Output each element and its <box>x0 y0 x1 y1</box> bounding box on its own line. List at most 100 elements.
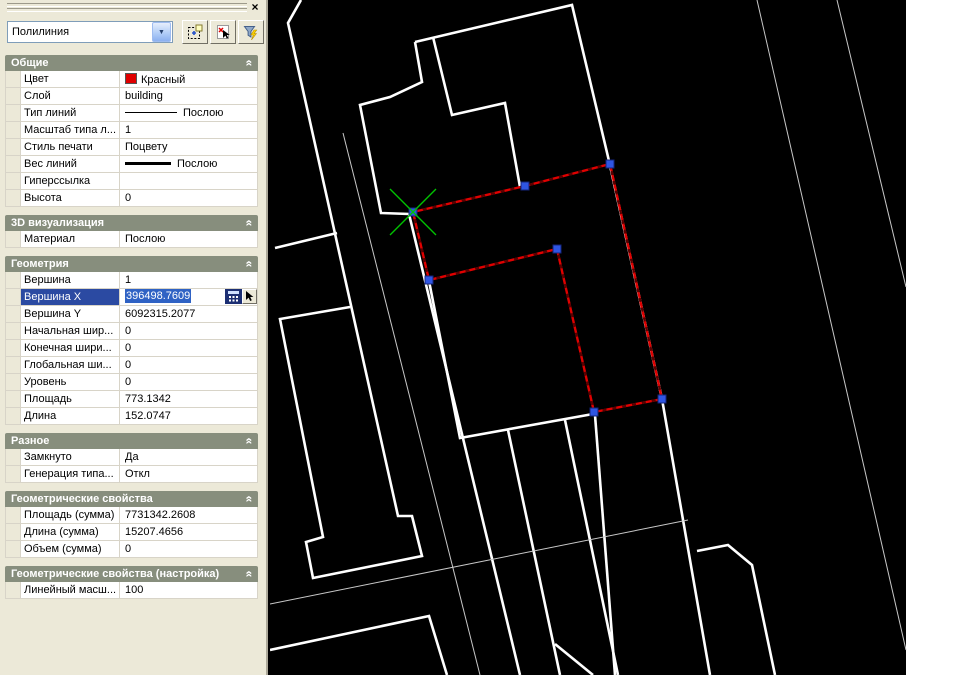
section-header[interactable]: Разное« <box>5 433 258 449</box>
property-row[interactable]: Уровень 0 <box>6 374 258 391</box>
row-gutter <box>6 340 21 356</box>
property-value[interactable]: 0 <box>120 323 258 339</box>
property-row[interactable]: Начальная шир... 0 <box>6 323 258 340</box>
property-value[interactable]: 152.0747 <box>120 408 258 424</box>
property-row[interactable]: Вес линий Послою <box>6 156 258 173</box>
property-value[interactable]: Откл <box>120 466 258 482</box>
row-gutter <box>6 156 21 172</box>
select-objects-button[interactable] <box>210 20 236 44</box>
section: 3D визуализация« Материал Послою <box>5 215 258 248</box>
property-row[interactable]: Конечная шири... 0 <box>6 340 258 357</box>
property-row[interactable]: Длина (сумма) 15207.4656 <box>6 524 258 541</box>
drawing-canvas[interactable] <box>270 0 960 675</box>
property-row[interactable]: Вершина X 396498.7609 <box>6 289 258 306</box>
property-value[interactable]: Поцвету <box>120 139 258 155</box>
property-row[interactable]: Масштаб типа л... 1 <box>6 122 258 139</box>
grab-handle[interactable] <box>7 3 247 7</box>
grip-point[interactable] <box>425 276 433 284</box>
property-value[interactable]: 0 <box>120 190 258 206</box>
property-label: Площадь (сумма) <box>21 507 120 523</box>
value-text: 0 <box>125 543 131 555</box>
property-row[interactable]: Длина 152.0747 <box>6 408 258 425</box>
property-value[interactable]: 1 <box>120 272 258 288</box>
property-value[interactable]: 100 <box>120 582 258 598</box>
property-value[interactable]: Послою <box>120 105 258 121</box>
section-header[interactable]: Геометрические свойства« <box>5 491 258 507</box>
section-header[interactable]: 3D визуализация« <box>5 215 258 231</box>
row-gutter <box>6 88 21 104</box>
value-text: 0 <box>125 325 131 337</box>
property-row[interactable]: Стиль печати Поцвету <box>6 139 258 156</box>
property-row[interactable]: Площадь 773.1342 <box>6 391 258 408</box>
edit-field-selected-text[interactable]: 396498.7609 <box>125 289 191 303</box>
property-label: Площадь <box>21 391 120 407</box>
property-value[interactable]: 6092315.2077 <box>120 306 258 322</box>
close-icon[interactable]: × <box>248 1 262 15</box>
property-value[interactable]: building <box>120 88 258 104</box>
color-swatch <box>125 73 137 84</box>
property-row[interactable]: Слой building <box>6 88 258 105</box>
grip-point[interactable] <box>590 408 598 416</box>
pick-point-button[interactable] <box>242 289 257 304</box>
property-row[interactable]: Цвет Красный <box>6 71 258 88</box>
toggle-pickadd-button[interactable] <box>238 20 264 44</box>
collapse-chevron-icon[interactable]: « <box>243 438 257 445</box>
select-objects-icon <box>215 24 231 40</box>
property-row[interactable]: Генерация типа... Откл <box>6 466 258 483</box>
collapse-chevron-icon[interactable]: « <box>243 60 257 67</box>
collapse-chevron-icon[interactable]: « <box>243 220 257 227</box>
value-text: 1 <box>125 274 131 286</box>
grip-point[interactable] <box>521 182 529 190</box>
section-header[interactable]: Общие « <box>5 55 258 71</box>
row-gutter <box>6 507 21 523</box>
property-value[interactable]: 396498.7609 <box>120 289 258 305</box>
section-header[interactable]: Геометрия« <box>5 256 258 272</box>
property-value[interactable]: 0 <box>120 541 258 557</box>
property-value[interactable]: 15207.4656 <box>120 524 258 540</box>
value-text: Послою <box>177 158 217 170</box>
grip-point[interactable] <box>658 395 666 403</box>
row-gutter <box>6 582 21 598</box>
property-value[interactable] <box>120 173 258 189</box>
row-gutter <box>6 289 21 305</box>
property-label: Конечная шири... <box>21 340 120 356</box>
property-row[interactable]: Материал Послою <box>6 231 258 248</box>
property-row[interactable]: Вершина Y 6092315.2077 <box>6 306 258 323</box>
property-value[interactable]: Послою <box>120 156 258 172</box>
section-header[interactable]: Геометрические свойства (настройка)« <box>5 566 258 582</box>
property-row[interactable]: Площадь (сумма) 7731342.2608 <box>6 507 258 524</box>
property-value[interactable]: Послою <box>120 231 258 247</box>
value-text: Послою <box>183 107 223 119</box>
chevron-down-icon[interactable]: ▼ <box>152 22 171 42</box>
filter-lightning-icon <box>243 24 259 40</box>
quick-select-button[interactable] <box>182 20 208 44</box>
section-title: Общие <box>11 57 49 69</box>
grip-point[interactable] <box>553 245 561 253</box>
grip-point[interactable] <box>606 160 614 168</box>
property-value[interactable]: 0 <box>120 340 258 356</box>
property-value[interactable]: Да <box>120 449 258 465</box>
property-row[interactable]: Линейный масш... 100 <box>6 582 258 599</box>
property-row[interactable]: Гиперссылка <box>6 173 258 190</box>
collapse-chevron-icon[interactable]: « <box>243 496 257 503</box>
property-value[interactable]: 0 <box>120 374 258 390</box>
property-row[interactable]: Высота 0 <box>6 190 258 207</box>
property-value[interactable]: 773.1342 <box>120 391 258 407</box>
property-value[interactable]: 1 <box>120 122 258 138</box>
property-value[interactable]: 0 <box>120 357 258 373</box>
property-row[interactable]: Замкнуто Да <box>6 449 258 466</box>
calculator-button[interactable] <box>225 289 242 304</box>
property-row[interactable]: Вершина 1 <box>6 272 258 289</box>
row-gutter <box>6 541 21 557</box>
property-row[interactable]: Тип линий Послою <box>6 105 258 122</box>
row-gutter <box>6 374 21 390</box>
property-value[interactable]: 7731342.2608 <box>120 507 258 523</box>
collapse-chevron-icon[interactable]: « <box>243 261 257 268</box>
property-value[interactable]: Красный <box>120 71 258 87</box>
property-row[interactable]: Глобальная ши... 0 <box>6 357 258 374</box>
collapse-chevron-icon[interactable]: « <box>243 571 257 578</box>
property-row[interactable]: Объем (сумма) 0 <box>6 541 258 558</box>
object-type-dropdown[interactable]: Полилиния ▼ <box>7 21 173 43</box>
grab-handle[interactable] <box>7 8 247 12</box>
property-label: Длина <box>21 408 120 424</box>
